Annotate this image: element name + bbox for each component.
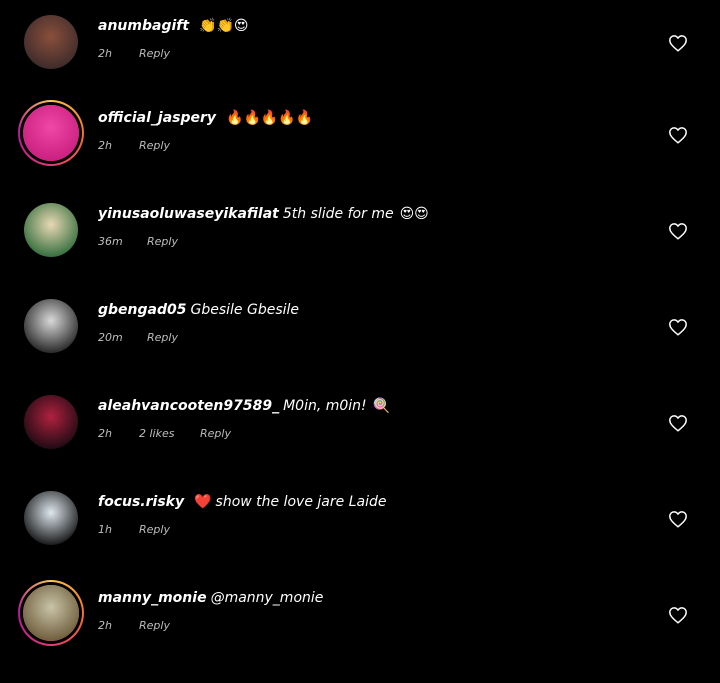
comment-meta: 2h Reply bbox=[98, 139, 170, 152]
timestamp: 1h bbox=[98, 523, 112, 536]
timestamp: 36m bbox=[98, 235, 123, 248]
timestamp: 2h bbox=[98, 619, 112, 632]
avatar[interactable] bbox=[24, 203, 78, 257]
comment-body: @manny_monie bbox=[210, 590, 324, 606]
avatar[interactable] bbox=[24, 299, 78, 353]
comment-text: official_jaspery 🔥🔥🔥🔥🔥 bbox=[98, 110, 313, 126]
reply-button[interactable]: Reply bbox=[147, 331, 178, 344]
emoji-text: 👏👏😍 bbox=[199, 18, 249, 34]
avatar[interactable] bbox=[23, 585, 79, 641]
comment-text: yinusaoluwaseyikafilat 5th slide for me 😍😍 bbox=[98, 206, 429, 222]
comment-row: manny_monie @manny_monie 2h Reply bbox=[0, 580, 720, 683]
heart-icon[interactable] bbox=[668, 510, 688, 528]
comment-body: 5th slide for me bbox=[282, 206, 394, 222]
timestamp: 2h bbox=[98, 47, 112, 60]
avatar-container[interactable] bbox=[18, 9, 84, 75]
avatar-container[interactable] bbox=[18, 389, 84, 455]
emoji-text: 😍😍 bbox=[399, 206, 429, 222]
comment-body: M0in, m0in! bbox=[283, 398, 367, 414]
avatar[interactable] bbox=[24, 491, 78, 545]
comment-meta: 36m Reply bbox=[98, 235, 178, 248]
comment-row: aleahvancooten97589_ M0in, m0in! 🍭 2h 2 like… bbox=[0, 395, 720, 491]
comment-text: manny_monie @manny_monie bbox=[98, 590, 329, 606]
timestamp: 2h bbox=[98, 139, 112, 152]
comment-row: focus.risky ❤️ show the love jare Laide 1h R… bbox=[0, 491, 720, 587]
comment-meta: 2h Reply bbox=[98, 47, 170, 60]
heart-icon[interactable] bbox=[668, 126, 688, 144]
heart-icon[interactable] bbox=[668, 606, 688, 624]
comment-row: anumbagift 👏👏😍 2h Reply bbox=[0, 15, 720, 111]
reply-button[interactable]: Reply bbox=[147, 235, 178, 248]
comment-text: gbengad05 Gbesile Gbesile bbox=[98, 302, 305, 318]
username[interactable]: gbengad05 bbox=[98, 302, 186, 318]
likes-count[interactable]: 2 likes bbox=[139, 427, 200, 440]
username[interactable]: official_jaspery bbox=[98, 110, 216, 126]
avatar-container[interactable] bbox=[18, 485, 84, 551]
username[interactable]: yinusaoluwaseyikafilat bbox=[98, 206, 279, 222]
reply-button[interactable]: Reply bbox=[139, 139, 170, 152]
reply-button[interactable]: Reply bbox=[139, 47, 170, 60]
comment-row: gbengad05 Gbesile Gbesile 20m Reply bbox=[0, 299, 720, 395]
emoji-text: 🍭 bbox=[372, 398, 391, 414]
comment-body: Gbesile Gbesile bbox=[190, 302, 300, 318]
heart-icon[interactable] bbox=[668, 222, 688, 240]
timestamp: 2h bbox=[98, 427, 112, 440]
comment-row: yinusaoluwaseyikafilat 5th slide for me 😍😍… bbox=[0, 203, 720, 299]
heart-icon[interactable] bbox=[668, 34, 688, 52]
comment-meta: 2h Reply bbox=[98, 619, 170, 632]
heart-icon[interactable] bbox=[668, 414, 688, 432]
username[interactable]: aleahvancooten97589_ bbox=[98, 398, 279, 414]
avatar-container[interactable] bbox=[18, 197, 84, 263]
avatar-story-ring[interactable] bbox=[18, 100, 84, 166]
username[interactable]: focus.risky bbox=[98, 494, 184, 510]
emoji-text: 🔥🔥🔥🔥🔥 bbox=[226, 110, 314, 126]
comment-body: show the love jare Laide bbox=[215, 494, 387, 510]
avatar[interactable] bbox=[23, 105, 79, 161]
comment-meta: 20m Reply bbox=[98, 331, 178, 344]
username[interactable]: manny_monie bbox=[98, 590, 207, 606]
emoji-text: ❤️ bbox=[194, 494, 212, 510]
comment-row: official_jaspery 🔥🔥🔥🔥🔥 2h Reply bbox=[0, 100, 720, 203]
avatar-container[interactable] bbox=[18, 293, 84, 359]
username[interactable]: anumbagift bbox=[98, 18, 189, 34]
comment-text: anumbagift 👏👏😍 bbox=[98, 18, 249, 34]
avatar[interactable] bbox=[24, 395, 78, 449]
comment-text: aleahvancooten97589_ M0in, m0in! 🍭 bbox=[98, 398, 390, 414]
reply-button[interactable]: Reply bbox=[139, 523, 170, 536]
avatar[interactable] bbox=[24, 15, 78, 69]
comment-meta: 2h 2 likes Reply bbox=[98, 427, 231, 440]
avatar-story-ring[interactable] bbox=[18, 580, 84, 646]
heart-icon[interactable] bbox=[668, 318, 688, 336]
comment-meta: 1h Reply bbox=[98, 523, 170, 536]
reply-button[interactable]: Reply bbox=[200, 427, 231, 440]
reply-button[interactable]: Reply bbox=[139, 619, 170, 632]
comment-text: focus.risky ❤️ show the love jare Laide bbox=[98, 494, 386, 510]
timestamp: 20m bbox=[98, 331, 123, 344]
